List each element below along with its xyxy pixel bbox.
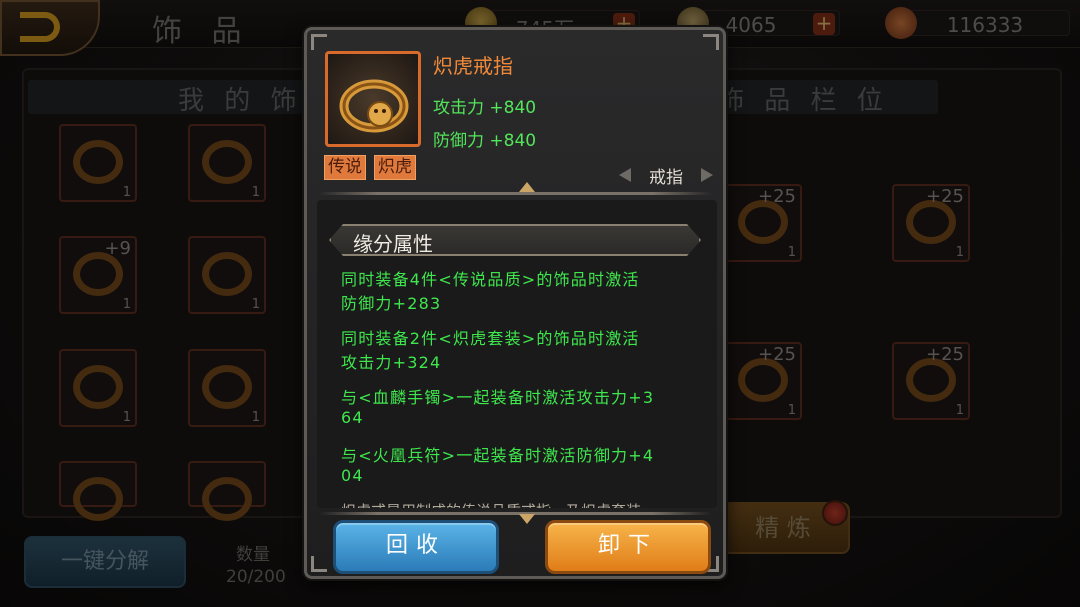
scroll-up-icon (519, 182, 535, 192)
add-stamina-button[interactable]: + (813, 13, 835, 35)
slot-count: 1 (251, 185, 260, 200)
slot-level: +25 (758, 344, 796, 365)
rarity-tag: 传说 (324, 155, 366, 180)
ring-icon (202, 365, 252, 409)
slot-count: 1 (122, 410, 131, 425)
ring-icon (202, 477, 252, 521)
item-portrait (325, 51, 421, 147)
necklace-icon (202, 252, 252, 296)
accessory-slot[interactable] (59, 461, 137, 521)
frame-corner-icon (311, 556, 327, 572)
item-detail-popup: 炽虎戒指 攻击力 +840 防御力 +840 传说 炽虎 戒指 缘分属性 同时装… (304, 27, 726, 579)
accessory-slot[interactable]: 1 (188, 349, 266, 427)
slot-level: +25 (758, 186, 796, 207)
bond-condition: 与<血麟手镯>一起装备时激活攻击力+3 (341, 388, 655, 407)
item-type: 戒指 (649, 168, 683, 188)
gem-value: 116333 (946, 13, 1024, 37)
quantity-value: 20/200 (226, 567, 286, 587)
attack-stat: 攻击力 +840 (433, 98, 537, 118)
accessory-slot[interactable]: 1 (59, 124, 137, 202)
back-arrow-icon (20, 12, 60, 42)
page-title: 饰 品 (152, 14, 252, 49)
item-name: 炽虎戒指 (433, 54, 513, 78)
accessory-icon (73, 140, 123, 184)
quantity-label: 数量 (236, 545, 270, 565)
unequip-button[interactable]: 卸下 (545, 520, 711, 574)
bond-bonus: 04 (341, 466, 364, 485)
defense-stat: 防御力 +840 (433, 131, 537, 151)
decompose-all-button[interactable]: 一键分解 (24, 536, 186, 588)
equipped-slot[interactable]: +25 1 (724, 184, 802, 262)
slot-count: 1 (787, 403, 796, 418)
notification-dot-icon (822, 500, 848, 526)
bond-condition: 同时装备2件<炽虎套装>的饰品时激活 (341, 329, 640, 348)
equipped-slot[interactable]: +25 1 (724, 342, 802, 420)
gem-resource: 116333 (885, 7, 1070, 39)
bond-condition: 与<火凰兵符>一起装备时激活防御力+4 (341, 446, 655, 465)
slot-level: +25 (926, 344, 964, 365)
accessory-slot[interactable]: 1 (188, 124, 266, 202)
bond-section-title: 缘分属性 (353, 232, 433, 256)
slot-count: 1 (955, 403, 964, 418)
tiger-ring-icon (339, 79, 409, 133)
slot-count: 1 (122, 297, 131, 312)
my-accessories-header: 我 的 饰 品 (28, 80, 343, 116)
set-tag: 炽虎 (374, 155, 416, 180)
necklace-icon (73, 365, 123, 409)
accessory-slot[interactable]: 1 (188, 236, 266, 314)
recycle-button[interactable]: 回收 (333, 520, 499, 574)
bond-bonus: 防御力+283 (341, 294, 442, 313)
equipped-slot[interactable]: +25 1 (892, 184, 970, 262)
slot-count: 1 (787, 245, 796, 260)
accessory-icon (202, 140, 252, 184)
accessory-slot[interactable]: +9 1 (59, 236, 137, 314)
slot-count: 1 (122, 185, 131, 200)
accessory-slots-title: 饰 品 栏 位 (724, 86, 889, 114)
bond-bonus: 攻击力+324 (341, 353, 442, 372)
bond-condition: 同时装备4件<传说品质>的饰品时激活 (341, 270, 640, 289)
slot-count: 1 (251, 410, 260, 425)
frame-corner-icon (311, 34, 327, 50)
accessory-slot[interactable] (188, 461, 266, 521)
decor-arrow-icon (701, 168, 713, 182)
scroll-down-icon (519, 514, 535, 524)
ring-icon (73, 477, 123, 521)
accessory-slots-header: 饰 品 栏 位 (724, 80, 938, 114)
slot-count: 1 (251, 297, 260, 312)
slot-level: +25 (926, 186, 964, 207)
item-description: 炽虎戒是用制成的传说品质戒指，乃炽虎套装 (341, 500, 641, 508)
slot-level: +9 (104, 238, 131, 259)
bond-scroll-area[interactable]: 缘分属性 同时装备4件<传说品质>的饰品时激活 防御力+283 同时装备2件<炽… (317, 200, 717, 508)
equipped-slot[interactable]: +25 1 (892, 342, 970, 420)
frame-corner-icon (703, 34, 719, 50)
bond-bonus: 64 (341, 408, 364, 427)
slot-count: 1 (955, 245, 964, 260)
divider (319, 512, 711, 515)
bond-section-header: 缘分属性 (329, 224, 701, 256)
accessory-slot[interactable]: 1 (59, 349, 137, 427)
divider (319, 192, 711, 195)
decor-arrow-icon (619, 168, 631, 182)
